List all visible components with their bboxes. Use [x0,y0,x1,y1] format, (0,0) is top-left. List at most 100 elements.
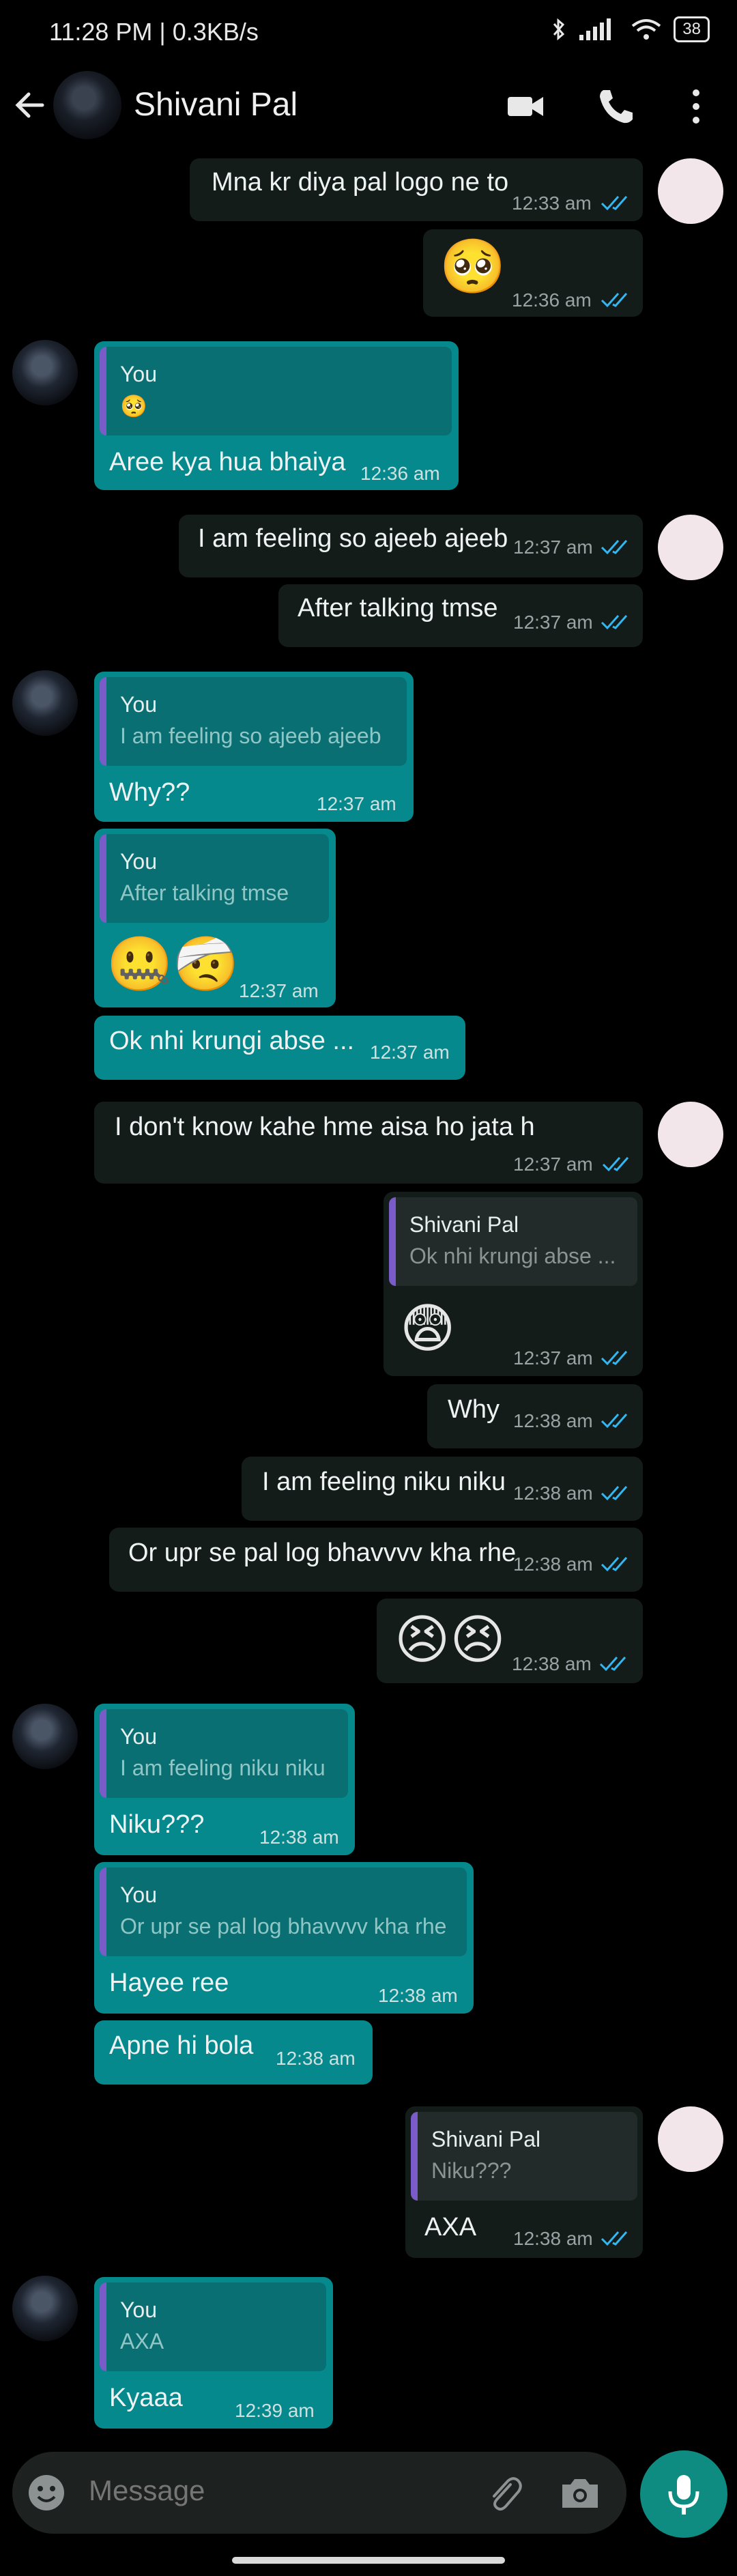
quoted-message[interactable]: You AXA [100,2282,326,2371]
contact-avatar[interactable] [53,71,121,139]
message-time: 12:37 am [239,980,319,1001]
message-text: I am feeling so ajeeb ajeeb [198,524,508,553]
message-outgoing[interactable]: I don't know kahe hme aisa ho jata h 12:… [94,1102,643,1184]
read-ticks-icon [601,540,628,555]
my-avatar [658,1102,723,1167]
chat-header: Shivani Pal [0,66,737,146]
read-ticks-icon [601,196,628,211]
quoted-message[interactable]: You I am feeling niku niku [100,1709,348,1798]
message-text: Apne hi bola [109,2031,254,2060]
message-outgoing[interactable]: Why 12:38 am [427,1384,643,1448]
message-outgoing[interactable]: 😣😣 12:38 am [377,1599,643,1683]
quote-author: You [120,2298,157,2322]
contact-avatar [12,2276,78,2341]
signal-icon [579,18,611,40]
message-time: 12:38 am [259,1827,339,1848]
message-outgoing[interactable]: 🥺 12:36 am [423,229,643,317]
message-time: 12:39 am [235,2400,315,2421]
quote-author: Shivani Pal [431,2127,541,2151]
read-ticks-icon [601,2231,628,2246]
message-outgoing[interactable]: I am feeling so ajeeb ajeeb 12:37 am [179,515,643,577]
message-emoji: 😣😣 [394,1609,506,1670]
message-outgoing[interactable]: After talking tmse 12:37 am [278,584,643,647]
message-time: 12:38 am [513,1554,593,1575]
video-call-icon[interactable] [505,86,546,127]
contact-name[interactable]: Shivani Pal [134,86,298,124]
more-options-icon[interactable] [676,86,717,127]
camera-icon[interactable] [558,2472,602,2513]
message-composer [12,2452,626,2534]
read-ticks-icon [601,1414,628,1429]
message-time: 12:37 am [370,1042,450,1063]
quote-author: You [120,692,157,717]
message-text: Aree kya hua bhaiya [109,448,346,476]
quoted-message[interactable]: You After talking tmse [100,834,329,923]
microphone-icon [668,2475,699,2515]
message-time: 12:36 am [360,463,440,484]
message-outgoing[interactable]: I am feeling niku niku 12:38 am [242,1457,643,1521]
contact-avatar [12,340,78,405]
back-arrow-icon[interactable] [11,86,49,124]
message-text: I don't know kahe hme aisa ho jata h [115,1113,535,1141]
quoted-message[interactable]: You Or upr se pal log bhavvvv kha rhe [100,1867,467,1956]
message-incoming[interactable]: You After talking tmse 🤐🤕 12:37 am [94,829,336,1007]
message-time: 12:38 am [276,2048,356,2069]
emoji-icon[interactable] [27,2474,66,2512]
message-outgoing[interactable]: Shivani Pal Ok nhi krungi abse ... 😨 12:… [384,1192,643,1376]
message-time: 12:37 am [513,1347,593,1369]
quote-text: After talking tmse [120,881,289,905]
message-time: 12:38 am [512,1653,592,1674]
message-incoming[interactable]: You AXA Kyaaa 12:39 am [94,2277,333,2429]
message-emoji: 😨 [400,1298,456,1358]
message-outgoing[interactable]: Mna kr diya pal logo ne to 12:33 am [190,158,643,221]
quoted-message[interactable]: You 🥺 [100,347,452,435]
message-text: Hayee ree [109,1969,229,1997]
message-incoming[interactable]: You 🥺 Aree kya hua bhaiya 12:36 am [94,341,459,490]
quote-bar [100,677,106,766]
quoted-message[interactable]: Shivani Pal Ok nhi krungi abse ... [389,1197,637,1286]
message-outgoing[interactable]: Shivani Pal Niku??? AXA 12:38 am [405,2106,643,2258]
message-time: 12:37 am [513,1154,593,1175]
message-text: Or upr se pal log bhavvvv kha rhe [128,1539,517,1567]
quoted-message[interactable]: You I am feeling so ajeeb ajeeb [100,677,407,766]
message-incoming[interactable]: You Or upr se pal log bhavvvv kha rhe Ha… [94,1862,474,2014]
quote-author: Shivani Pal [409,1212,519,1237]
message-incoming[interactable]: Apne hi bola 12:38 am [94,2020,373,2085]
home-indicator[interactable] [232,2557,505,2564]
message-time: 12:36 am [512,289,592,311]
message-time: 12:37 am [513,536,593,558]
quote-text: 🥺 [120,394,147,418]
quote-bar [100,834,106,923]
message-time: 12:33 am [512,192,592,214]
message-text: Mna kr diya pal logo ne to [212,168,509,197]
message-text: I am feeling niku niku [262,1468,506,1496]
quote-bar [100,1709,106,1798]
quote-author: You [120,1724,157,1749]
voice-message-button[interactable] [640,2450,727,2538]
message-input[interactable] [87,2474,472,2508]
quoted-message[interactable]: Shivani Pal Niku??? [411,2112,637,2201]
status-icons: 38 [552,16,710,42]
read-ticks-icon [601,615,628,630]
phone-call-icon[interactable] [595,86,636,127]
status-time: 11:28 PM | 0.3KB/s [49,18,259,46]
read-ticks-icon [601,293,628,308]
quote-text: AXA [120,2329,164,2353]
message-time: 12:38 am [378,1985,458,2006]
message-outgoing[interactable]: Or upr se pal log bhavvvv kha rhe 12:38 … [109,1528,643,1592]
message-incoming[interactable]: Ok nhi krungi abse ... 12:37 am [94,1016,465,1080]
quote-bar [389,1197,396,1286]
quote-text: Ok nhi krungi abse ... [409,1244,616,1268]
attach-icon[interactable] [483,2472,524,2513]
message-text: Why [448,1395,500,1424]
quote-text: I am feeling so ajeeb ajeeb [120,724,381,748]
message-text: Kyaaa [109,2384,183,2412]
message-time: 12:37 am [317,793,396,814]
message-incoming[interactable]: You I am feeling niku niku Niku??? 12:38… [94,1704,355,1855]
message-text: AXA [424,2213,477,2242]
contact-avatar [12,670,78,736]
read-ticks-icon [599,1657,626,1672]
message-incoming[interactable]: You I am feeling so ajeeb ajeeb Why?? 12… [94,672,414,822]
my-avatar [658,158,723,224]
quote-text: I am feeling niku niku [120,1756,326,1780]
